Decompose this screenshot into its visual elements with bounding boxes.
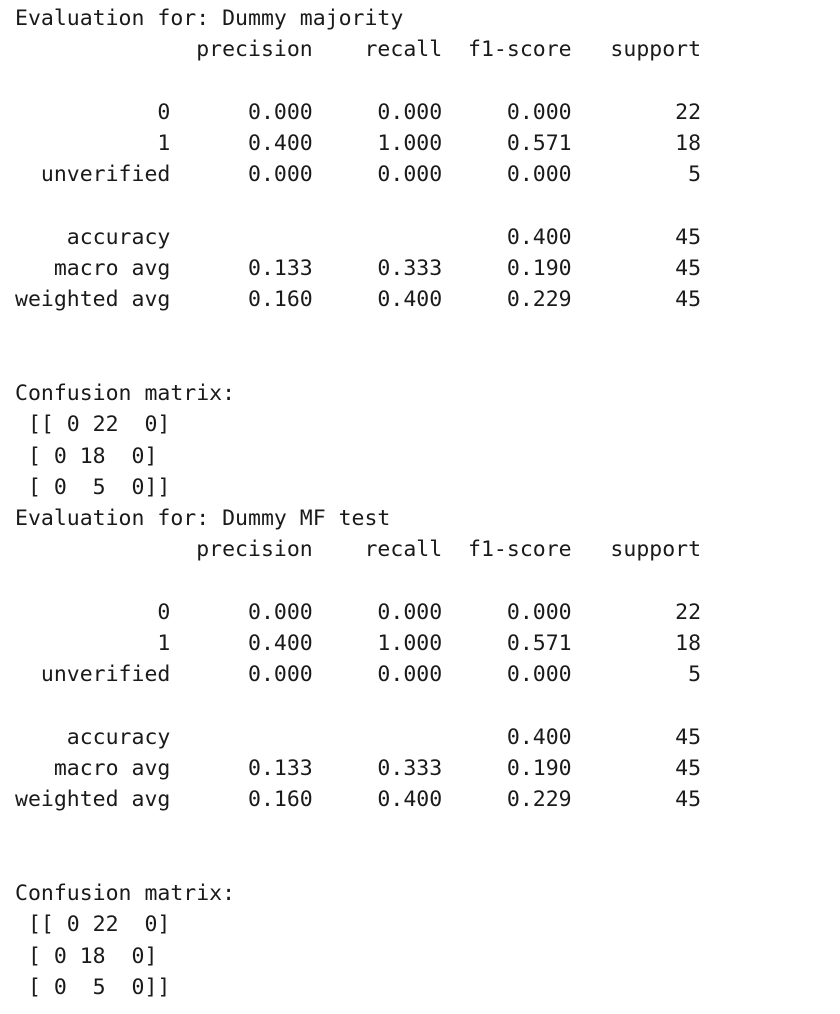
- confusion-matrix-title-2: Confusion matrix:: [15, 881, 236, 906]
- report-row-class-1: 1 0.400 1.000 0.571 18: [15, 131, 702, 156]
- confusion-matrix-row: [ 0 5 0]]: [15, 974, 171, 1000]
- eval-title-1: Evaluation for: Dummy majority: [15, 6, 404, 31]
- report-row-unverified: unverified 0.000 0.000 0.000 5: [15, 162, 702, 188]
- confusion-matrix-title-1: Confusion matrix:: [15, 381, 236, 406]
- report-row-class-0: 0 0.000 0.000 0.000 22: [15, 99, 702, 125]
- report-row-class-1: 1 0.400 1.000 0.571 18: [15, 631, 702, 656]
- notebook-output: Evaluation for: Dummy majority precision…: [15, 3, 701, 1003]
- confusion-matrix-row: [ 0 18 0]: [15, 443, 158, 469]
- eval-title-2: Evaluation for: Dummy MF test: [15, 506, 391, 531]
- report-row-class-0: 0 0.000 0.000 0.000 22: [15, 599, 702, 625]
- report-row-weighted-avg: weighted avg 0.160 0.400 0.229 45: [15, 787, 702, 813]
- confusion-matrix-row: [[ 0 22 0]: [15, 412, 171, 438]
- report-row-weighted-avg: weighted avg 0.160 0.400 0.229 45: [15, 287, 702, 313]
- report-header-2: precision recall f1-score support: [15, 537, 702, 563]
- report-row-accuracy: accuracy 0.400 45: [15, 724, 702, 750]
- report-header-1: precision recall f1-score support: [15, 37, 702, 63]
- confusion-matrix-row: [ 0 18 0]: [15, 943, 158, 969]
- report-row-unverified: unverified 0.000 0.000 0.000 5: [15, 662, 702, 688]
- report-row-macro-avg: macro avg 0.133 0.333 0.190 45: [15, 256, 702, 281]
- report-row-macro-avg: macro avg 0.133 0.333 0.190 45: [15, 756, 702, 781]
- confusion-matrix-row: [ 0 5 0]]: [15, 474, 171, 500]
- confusion-matrix-row: [[ 0 22 0]: [15, 912, 171, 938]
- report-row-accuracy: accuracy 0.400 45: [15, 224, 702, 250]
